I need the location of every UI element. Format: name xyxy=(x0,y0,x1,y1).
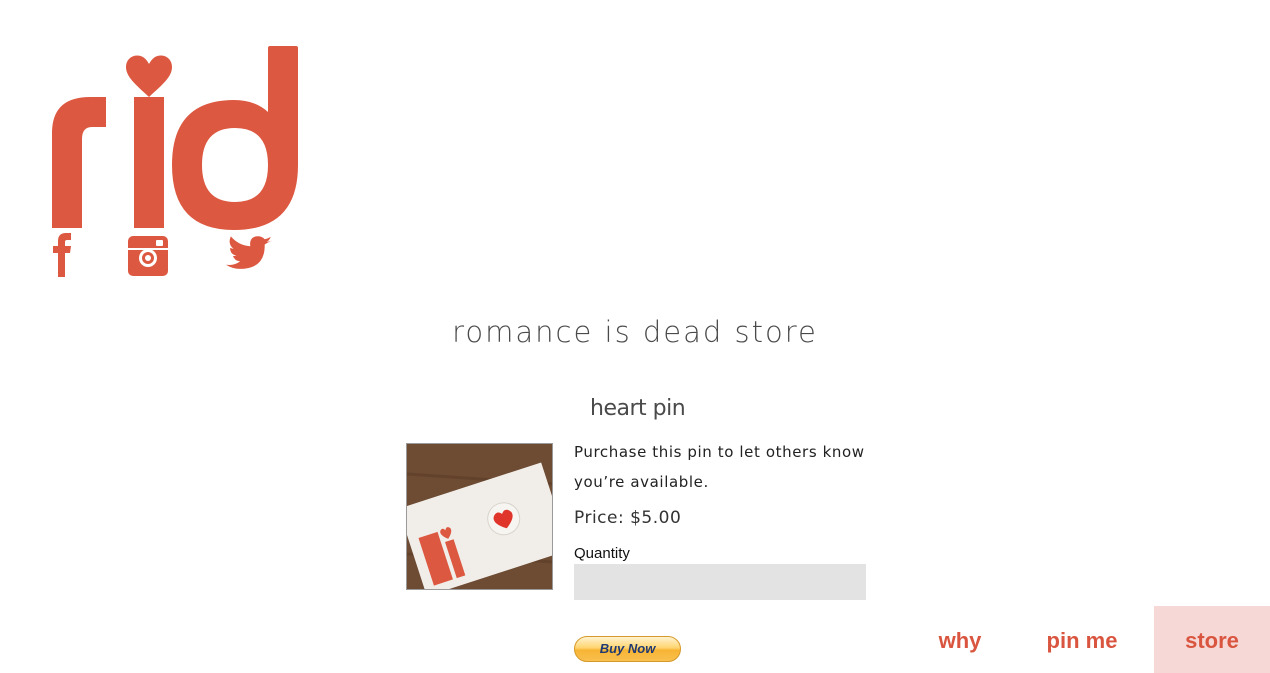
facebook-icon[interactable] xyxy=(52,233,72,282)
nav-item-pin-me[interactable]: pin me xyxy=(1010,606,1154,673)
instagram-icon[interactable] xyxy=(128,236,168,281)
buy-now-button[interactable]: Buy Now xyxy=(574,636,681,662)
product-price: Price: $5.00 xyxy=(574,508,682,528)
quantity-label: Quantity xyxy=(574,545,630,562)
main-nav: why pin me store xyxy=(910,606,1270,673)
nav-item-why[interactable]: why xyxy=(910,606,1010,673)
nav-item-store[interactable]: store xyxy=(1154,606,1270,673)
quantity-input[interactable] xyxy=(574,564,866,600)
product-name: heart pin xyxy=(590,396,686,421)
page: romance is dead store heart pin Purchase… xyxy=(0,0,1270,673)
rid-logo[interactable] xyxy=(50,45,300,230)
product-description: Purchase this pin to let others know you… xyxy=(574,443,865,491)
page-title: romance is dead store xyxy=(452,315,818,349)
product-image xyxy=(406,443,553,590)
twitter-icon[interactable] xyxy=(226,236,272,279)
